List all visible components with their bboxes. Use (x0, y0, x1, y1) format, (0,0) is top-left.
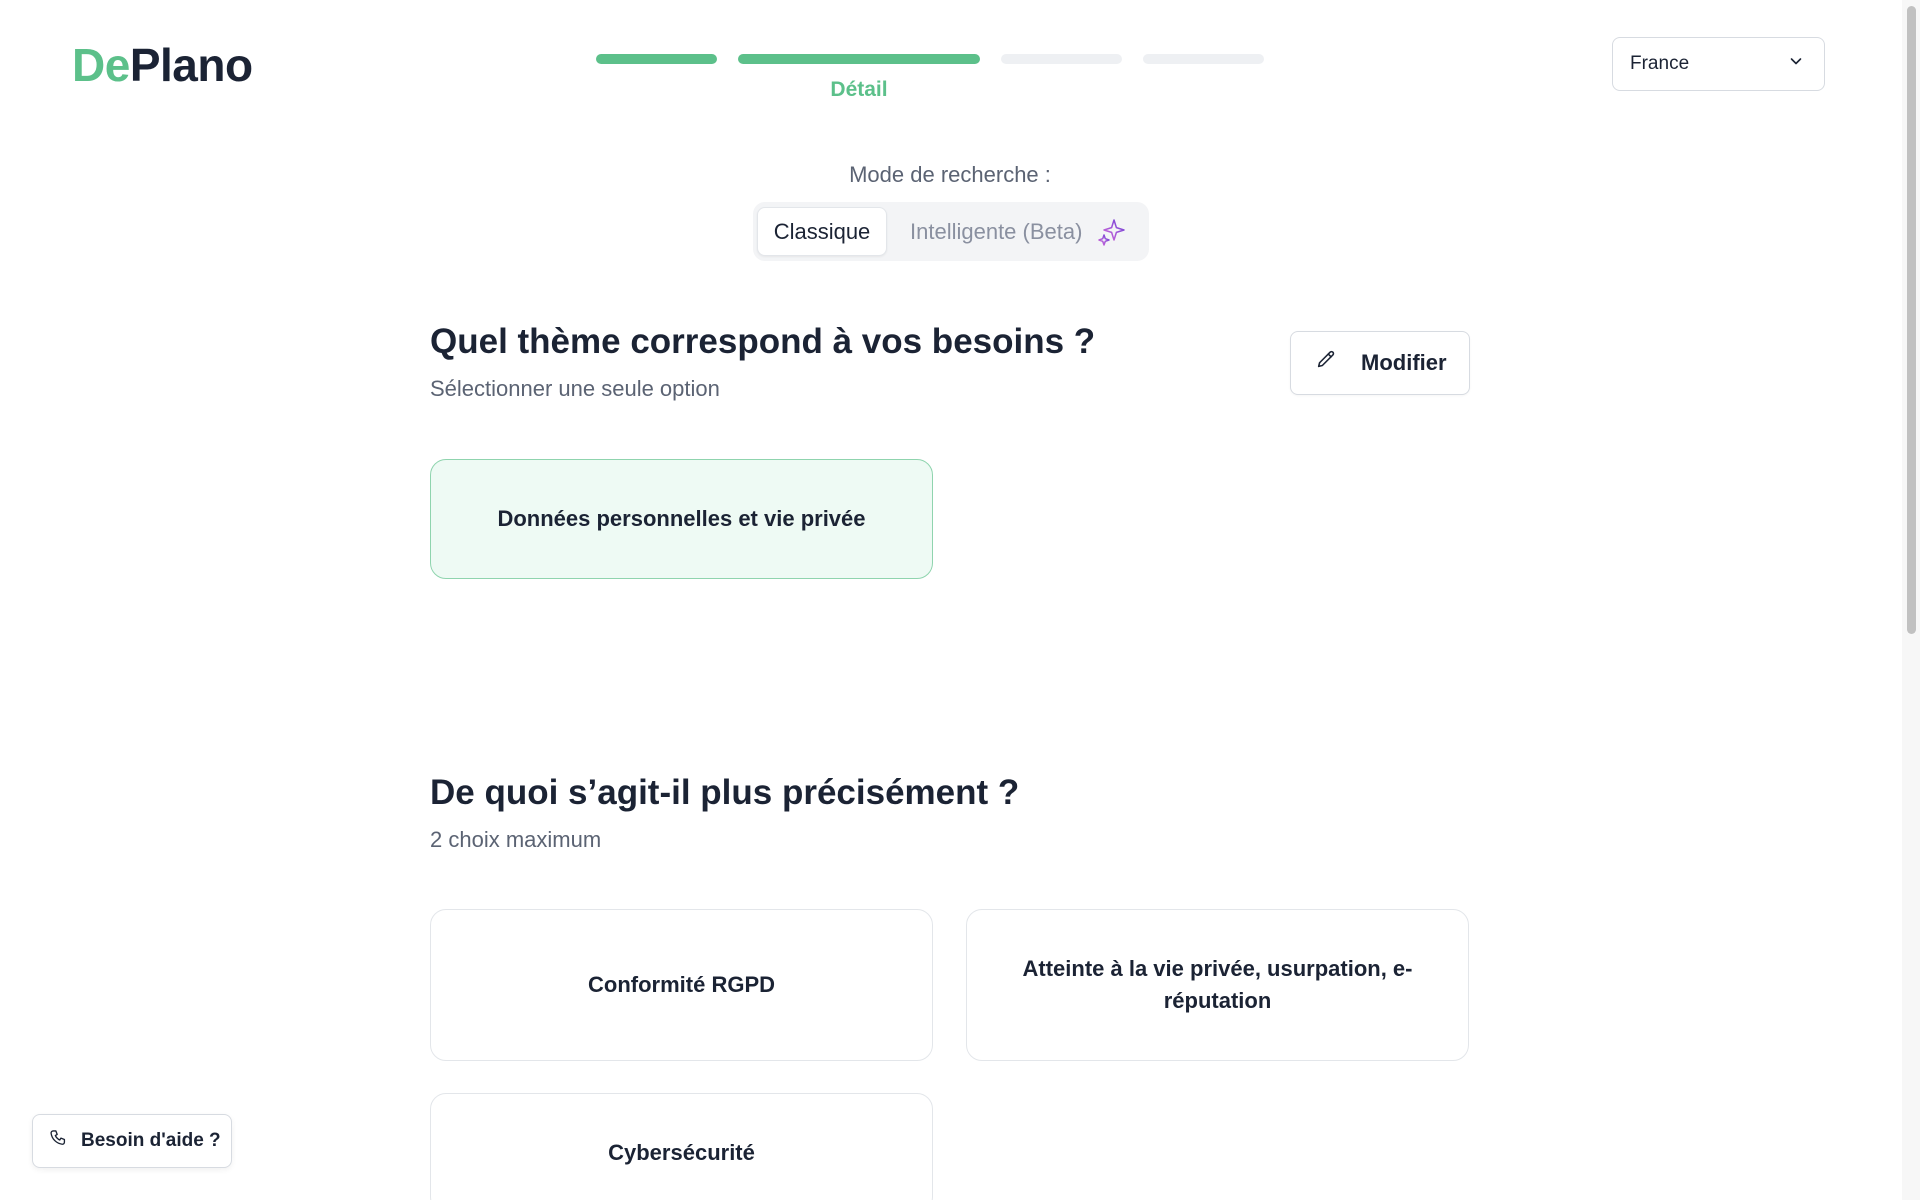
scrollbar-thumb[interactable] (1907, 6, 1916, 634)
pencil-icon (1315, 349, 1361, 377)
detail-option-label: Atteinte à la vie privée, usurpation, e-… (1022, 956, 1413, 1013)
current-step-label: Détail (830, 78, 888, 101)
help-button-label: Besoin d'aide ? (81, 1130, 221, 1151)
deplano-logo[interactable]: DePlano (72, 40, 253, 90)
country-select[interactable]: France (1612, 37, 1825, 91)
detail-question-title: De quoi s’agit-il plus précisément ? (430, 773, 1020, 812)
modify-button-label: Modifier (1361, 350, 1447, 375)
search-mode-label: Mode de recherche : (849, 162, 1051, 187)
mode-intelligente-button[interactable]: Intelligente (Beta) (910, 207, 1082, 256)
mode-classique-button[interactable]: Classique (757, 207, 887, 256)
page-scrollbar[interactable] (1902, 0, 1920, 1200)
detail-option-label: Conformité RGPD (588, 972, 775, 997)
progress-stepper (596, 54, 1264, 66)
logo-part-plano: Plano (129, 39, 253, 91)
help-button[interactable]: Besoin d'aide ? (32, 1114, 232, 1168)
country-select-value: France (1630, 53, 1690, 74)
chevron-down-icon (1788, 53, 1804, 75)
step-4-bar (1143, 54, 1264, 64)
phone-icon (49, 1128, 81, 1154)
step-2-bar (738, 54, 980, 64)
step-1-bar (596, 54, 717, 64)
sparkle-icon[interactable] (1096, 216, 1128, 248)
theme-option-label: Données personnelles et vie privée (497, 506, 866, 531)
theme-option-selected[interactable]: Données personnelles et vie privée (430, 459, 933, 579)
detail-option-label: Cybersécurité (608, 1140, 755, 1165)
step-3-bar (1001, 54, 1122, 64)
detail-question-subtitle: 2 choix maximum (430, 827, 602, 852)
theme-question-title: Quel thème correspond à vos besoins ? (430, 322, 1096, 361)
logo-part-de: De (72, 39, 130, 91)
search-mode-toggle: Classique Intelligente (Beta) (753, 202, 1149, 261)
theme-question-subtitle: Sélectionner une seule option (430, 376, 720, 401)
detail-option-rgpd[interactable]: Conformité RGPD (430, 909, 933, 1061)
detail-option-cybersecurite[interactable]: Cybersécurité (430, 1093, 933, 1200)
detail-option-vie-privee[interactable]: Atteinte à la vie privée, usurpation, e-… (966, 909, 1469, 1061)
modify-button[interactable]: Modifier (1290, 331, 1470, 395)
